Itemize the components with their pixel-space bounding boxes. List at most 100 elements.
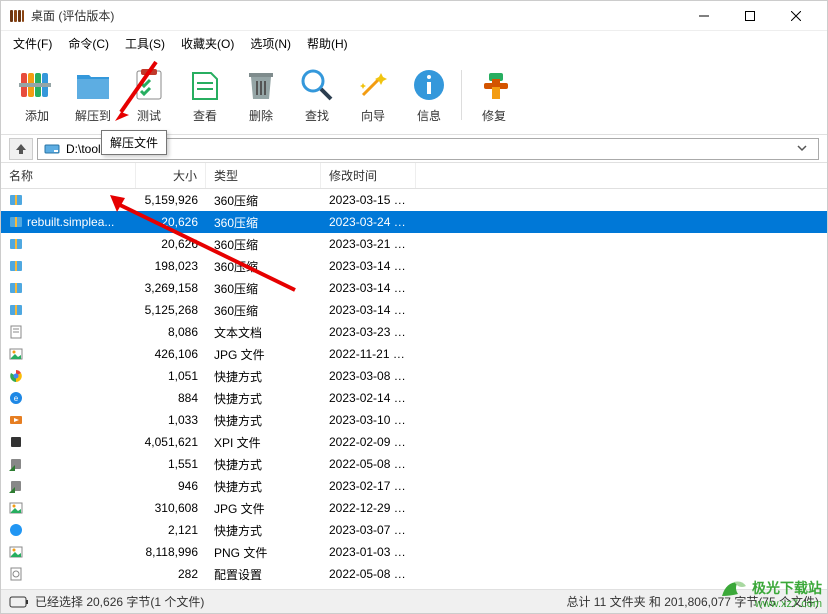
table-row[interactable]: 1,051 快捷方式 2023-03-08 1... (1, 365, 827, 387)
table-row[interactable]: e 884 快捷方式 2023-02-14 1... (1, 387, 827, 409)
cell-size: 3,269,158 (136, 279, 206, 297)
toolbar-separator (461, 70, 462, 120)
cell-type: JPG 文件 (206, 498, 321, 519)
table-row[interactable]: 8,086 文本文档 2023-03-23 1... (1, 321, 827, 343)
status-total: 总计 11 文件夹 和 201,806,077 字节(75 个文件) (566, 593, 819, 610)
cell-name (1, 521, 136, 539)
table-row[interactable]: 946 快捷方式 2023-02-17 1... (1, 475, 827, 497)
cell-type: 快捷方式 (206, 388, 321, 409)
add-icon (17, 65, 57, 105)
menu-command[interactable]: 命令(C) (60, 33, 117, 54)
cell-date: 2023-03-10 9... (321, 411, 416, 429)
table-row[interactable]: 8,118,996 PNG 文件 2023-01-03 1... (1, 541, 827, 563)
column-size[interactable]: 大小 (136, 163, 206, 188)
toolbar: 添加 解压到 测试 查看 (1, 55, 827, 135)
cell-size: 426,106 (136, 345, 206, 363)
cell-type: 360压缩 (206, 212, 321, 233)
cell-date: 2022-11-21 8... (321, 345, 416, 363)
wizard-button[interactable]: 向导 (345, 60, 401, 130)
find-button[interactable]: 查找 (289, 60, 345, 130)
cell-name (1, 455, 136, 473)
table-row[interactable]: rebuilt.simplea... 20,626 360压缩 2023-03-… (1, 211, 827, 233)
cell-name (1, 499, 136, 517)
cell-name (1, 235, 136, 253)
table-row[interactable]: 426,106 JPG 文件 2022-11-21 8... (1, 343, 827, 365)
cell-date: 2022-05-08 2... (321, 455, 416, 473)
cell-name (1, 543, 136, 561)
cell-size: 884 (136, 389, 206, 407)
find-icon (297, 65, 337, 105)
maximize-button[interactable] (727, 1, 773, 31)
path-dropdown[interactable] (792, 142, 812, 156)
cell-name (1, 367, 136, 385)
wizard-icon (353, 65, 393, 105)
cell-size: 5,125,268 (136, 301, 206, 319)
cell-size: 2,121 (136, 521, 206, 539)
cell-type: 文本文档 (206, 322, 321, 343)
cell-size: 20,626 (136, 213, 206, 231)
cell-date: 2023-01-03 1... (321, 543, 416, 561)
cell-type: 配置设置 (206, 564, 321, 585)
menu-help[interactable]: 帮助(H) (299, 33, 356, 54)
table-row[interactable]: 1,551 快捷方式 2022-05-08 2... (1, 453, 827, 475)
cell-type: 360压缩 (206, 300, 321, 321)
close-button[interactable] (773, 1, 819, 31)
cell-date: 2022-05-08 2... (321, 565, 416, 583)
cell-name (1, 301, 136, 319)
view-button[interactable]: 查看 (177, 60, 233, 130)
column-type[interactable]: 类型 (206, 163, 321, 188)
column-modified[interactable]: 修改时间 (321, 163, 416, 188)
cell-type: JPG 文件 (206, 344, 321, 365)
table-row[interactable]: 198,023 360压缩 2023-03-14 1... (1, 255, 827, 277)
main-window: 桌面 (评估版本) 文件(F) 命令(C) 工具(S) 收藏夹(O) 选项(N)… (0, 0, 828, 614)
table-row[interactable]: 4,051,621 XPI 文件 2022-02-09 1... (1, 431, 827, 453)
cell-date: 2023-03-14 1... (321, 257, 416, 275)
disk-icon (44, 141, 60, 157)
up-button[interactable] (9, 138, 33, 160)
table-row[interactable]: 5,159,926 360压缩 2023-03-15 1... (1, 189, 827, 211)
table-row[interactable]: 5,125,268 360压缩 2023-03-14 1... (1, 299, 827, 321)
cell-size: 5,159,926 (136, 191, 206, 209)
list-header: 名称 大小 类型 修改时间 (1, 163, 827, 189)
cell-date: 2022-12-29 1... (321, 499, 416, 517)
info-icon (409, 65, 449, 105)
cell-date: 2023-03-24 1... (321, 213, 416, 231)
cell-name (1, 191, 136, 209)
status-selection: 已经选择 20,626 字节(1 个文件) (35, 593, 204, 610)
minimize-button[interactable] (681, 1, 727, 31)
list-body[interactable]: 5,159,926 360压缩 2023-03-15 1... rebuilt.… (1, 189, 827, 589)
test-icon (129, 65, 169, 105)
test-button[interactable]: 测试 (121, 60, 177, 130)
column-name[interactable]: 名称 (1, 163, 136, 188)
table-row[interactable]: 2,121 快捷方式 2023-03-07 1... (1, 519, 827, 541)
table-row[interactable]: 3,269,158 360压缩 2023-03-14 1... (1, 277, 827, 299)
cell-size: 8,086 (136, 323, 206, 341)
table-row[interactable]: 1,033 快捷方式 2023-03-10 9... (1, 409, 827, 431)
menu-favorites[interactable]: 收藏夹(O) (173, 33, 242, 54)
table-row[interactable]: 282 配置设置 2022-05-08 2... (1, 563, 827, 585)
cell-type: PNG 文件 (206, 542, 321, 563)
add-button[interactable]: 添加 (9, 60, 65, 130)
cell-type: 快捷方式 (206, 476, 321, 497)
cell-size: 310,608 (136, 499, 206, 517)
cell-type: XPI 文件 (206, 432, 321, 453)
cell-name: e (1, 389, 136, 407)
cell-date: 2023-03-15 1... (321, 191, 416, 209)
extract-button[interactable]: 解压到 (65, 60, 121, 130)
cell-type: 360压缩 (206, 234, 321, 255)
window-title: 桌面 (评估版本) (31, 7, 681, 24)
cell-date: 2023-03-07 1... (321, 521, 416, 539)
info-button[interactable]: 信息 (401, 60, 457, 130)
delete-button[interactable]: 删除 (233, 60, 289, 130)
extract-icon (73, 65, 113, 105)
menu-tools[interactable]: 工具(S) (117, 33, 173, 54)
cell-name (1, 345, 136, 363)
cell-size: 1,551 (136, 455, 206, 473)
menu-file[interactable]: 文件(F) (5, 33, 60, 54)
table-row[interactable]: 310,608 JPG 文件 2022-12-29 1... (1, 497, 827, 519)
table-row[interactable]: 20,626 360压缩 2023-03-21 1... (1, 233, 827, 255)
menu-options[interactable]: 选项(N) (242, 33, 299, 54)
cell-type: 快捷方式 (206, 410, 321, 431)
repair-button[interactable]: 修复 (466, 60, 522, 130)
cell-date: 2023-03-14 1... (321, 279, 416, 297)
